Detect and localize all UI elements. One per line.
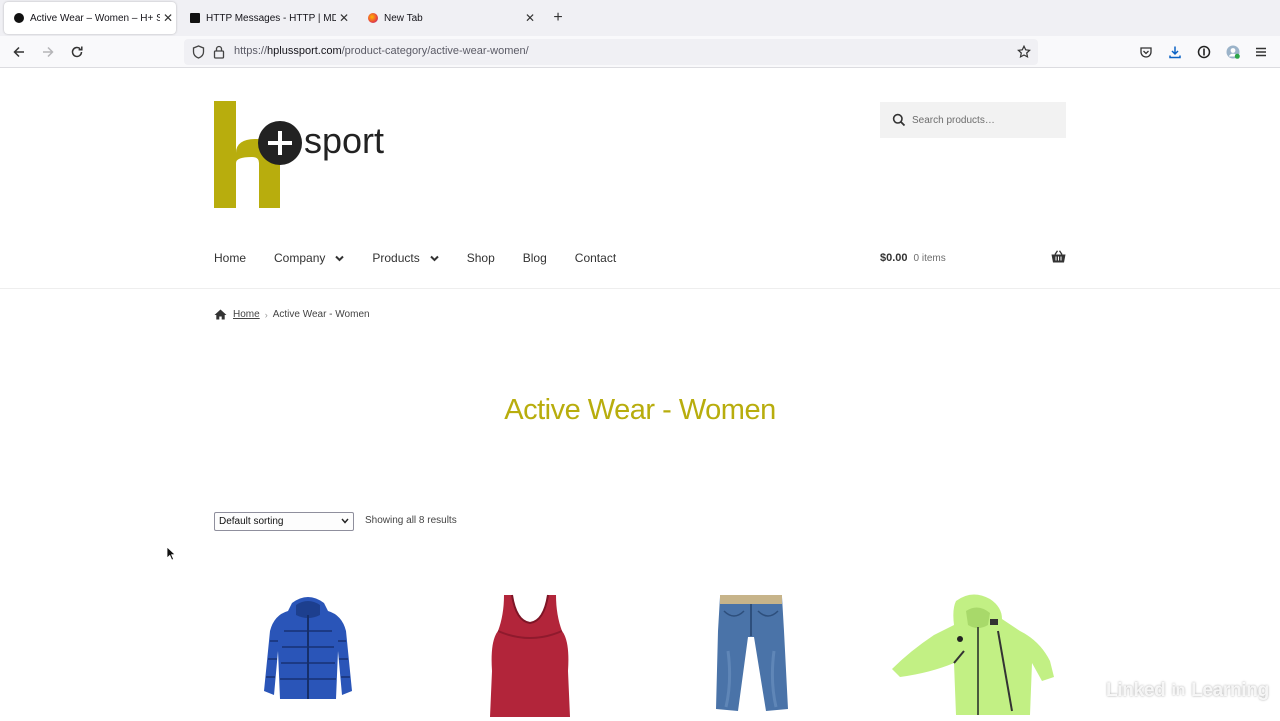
download-icon[interactable] bbox=[1164, 41, 1186, 63]
sorting-select[interactable]: Default sorting bbox=[214, 512, 354, 531]
search-icon bbox=[892, 113, 906, 127]
tab-title: New Tab bbox=[384, 12, 423, 24]
url-path: /product-category/active-wear-women/ bbox=[341, 45, 529, 57]
header-divider bbox=[0, 288, 1280, 289]
watermark-right: Learning bbox=[1191, 680, 1269, 701]
url-text: https://hplussport.com/product-category/… bbox=[234, 45, 529, 57]
primary-navigation: Home Company Products Shop Blog Contact bbox=[214, 248, 644, 268]
forward-arrow-icon[interactable] bbox=[37, 41, 59, 63]
breadcrumb-home-link[interactable]: Home bbox=[233, 309, 260, 320]
nav-label: Home bbox=[214, 251, 247, 265]
new-tab-plus-icon[interactable]: + bbox=[548, 8, 568, 28]
back-arrow-icon[interactable] bbox=[8, 41, 30, 63]
nav-item-home[interactable]: Home bbox=[214, 251, 246, 265]
nav-item-company[interactable]: Company bbox=[274, 251, 345, 265]
product-image-blue-jeans[interactable] bbox=[714, 591, 788, 713]
breadcrumb-current: Active Wear - Women bbox=[272, 309, 370, 320]
results-count: Showing all 8 results bbox=[365, 515, 457, 526]
reload-icon[interactable] bbox=[66, 41, 88, 63]
close-tab-icon[interactable]: ✕ bbox=[160, 11, 176, 25]
url-scheme: https:// bbox=[234, 45, 268, 57]
product-image-red-tank-top[interactable] bbox=[486, 591, 574, 721]
tab-new-tab[interactable]: New Tab ✕ bbox=[358, 2, 538, 34]
breadcrumb-separator: › bbox=[264, 309, 268, 320]
nav-item-contact[interactable]: Contact bbox=[575, 251, 616, 265]
product-search bbox=[880, 102, 1066, 138]
password-icon[interactable] bbox=[1193, 41, 1215, 63]
web-page: sport Home Company Products Shop Blog Co… bbox=[0, 69, 1280, 720]
tab-title: Active Wear – Women – H+ Sport bbox=[30, 12, 160, 24]
tab-http-messages[interactable]: HTTP Messages - HTTP | MDN ✕ bbox=[180, 2, 352, 34]
watermark-left: Linked bbox=[1106, 680, 1166, 701]
firefox-favicon-icon bbox=[368, 13, 378, 23]
home-icon bbox=[214, 309, 227, 320]
search-input[interactable] bbox=[912, 114, 1052, 126]
nav-label: Products bbox=[372, 251, 420, 265]
tab-title: HTTP Messages - HTTP | MDN bbox=[206, 12, 336, 24]
navigation-toolbar: https://hplussport.com/product-category/… bbox=[0, 36, 1280, 68]
chevron-down-icon bbox=[430, 255, 439, 261]
nav-label: Company bbox=[274, 251, 326, 265]
basket-icon[interactable] bbox=[1051, 250, 1066, 263]
account-icon[interactable] bbox=[1222, 41, 1244, 63]
close-tab-icon[interactable]: ✕ bbox=[522, 11, 538, 25]
nav-label: Blog bbox=[522, 251, 547, 265]
mdn-favicon-icon bbox=[190, 13, 200, 23]
cart-summary[interactable]: $0.00 0 items bbox=[880, 249, 1066, 267]
mouse-cursor-icon bbox=[166, 546, 176, 561]
chevron-down-icon bbox=[335, 255, 345, 261]
product-image-blue-puffer-jacket[interactable] bbox=[262, 591, 354, 705]
lock-icon[interactable] bbox=[211, 44, 227, 60]
nav-label: Contact bbox=[574, 251, 617, 265]
watermark-box: in bbox=[1167, 680, 1190, 702]
close-tab-icon[interactable]: ✕ bbox=[336, 11, 352, 25]
nav-item-shop[interactable]: Shop bbox=[467, 251, 495, 265]
tab-active-wear-women[interactable]: Active Wear – Women – H+ Sport ✕ bbox=[4, 2, 176, 34]
hplus-favicon-icon bbox=[14, 13, 24, 23]
tab-strip: Active Wear – Women – H+ Sport ✕ HTTP Me… bbox=[0, 0, 1280, 36]
nav-label: Shop bbox=[466, 251, 495, 265]
hplus-sport-logo[interactable]: sport bbox=[214, 101, 404, 209]
sorting-value: Default sorting bbox=[219, 516, 284, 527]
url-bar[interactable]: https://hplussport.com/product-category/… bbox=[184, 39, 1038, 65]
breadcrumb: Home › Active Wear - Women bbox=[214, 309, 370, 320]
shield-icon[interactable] bbox=[190, 44, 206, 60]
linkedin-learning-watermark: Linked in Learning bbox=[1106, 680, 1269, 702]
cart-count: 0 items bbox=[913, 252, 946, 264]
url-host: hplussport.com bbox=[267, 45, 342, 57]
hamburger-menu-icon[interactable] bbox=[1250, 41, 1272, 63]
chevron-down-icon bbox=[341, 518, 349, 524]
nav-item-blog[interactable]: Blog bbox=[523, 251, 547, 265]
nav-item-products[interactable]: Products bbox=[372, 251, 439, 265]
star-icon[interactable] bbox=[1016, 44, 1032, 60]
page-title: Active Wear - Women bbox=[504, 394, 776, 426]
cart-amount: $0.00 bbox=[880, 252, 908, 264]
pocket-icon[interactable] bbox=[1135, 41, 1157, 63]
logo-wordmark: sport bbox=[304, 120, 384, 161]
product-image-lime-windbreaker[interactable] bbox=[890, 591, 1056, 715]
